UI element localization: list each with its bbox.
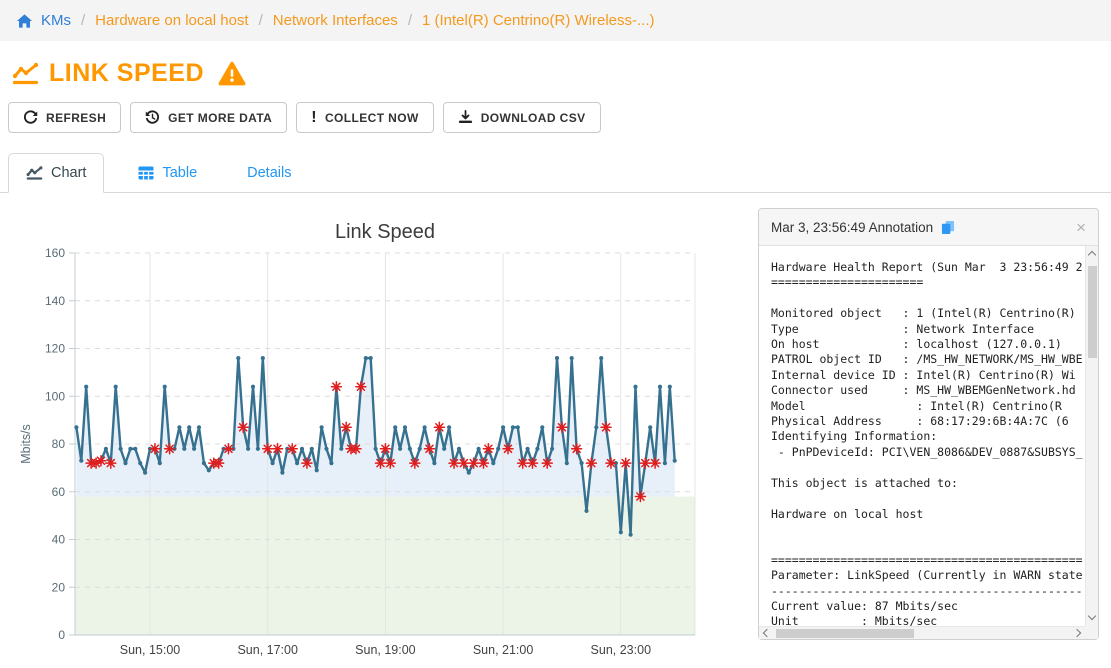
warning-icon — [218, 61, 246, 86]
chart-tab-icon — [26, 166, 43, 180]
svg-text:160: 160 — [45, 246, 65, 260]
refresh-label: REFRESH — [46, 111, 106, 125]
scroll-up-arrow-icon[interactable] — [1088, 251, 1096, 259]
link-speed-chart: 0 20 40 60 80 100 120 140 160 Sun, 15:00 Sun, 17:0… — [0, 205, 745, 665]
tab-chart[interactable]: Chart — [8, 153, 104, 193]
svg-text:Link Speed: Link Speed — [335, 221, 435, 243]
breadcrumb: KMs / Hardware on local host / Network I… — [0, 0, 1111, 41]
scrollbar-corner — [1085, 626, 1098, 639]
exclamation-icon: ! — [311, 110, 317, 126]
download-icon — [458, 110, 473, 125]
refresh-button[interactable]: REFRESH — [8, 102, 121, 133]
breadcrumb-hardware-on-local-host[interactable]: Hardware on local host — [95, 12, 248, 29]
page-title-row: LINK SPEED — [12, 59, 246, 88]
home-icon[interactable] — [16, 13, 33, 29]
breadcrumb-network-interfaces[interactable]: Network Interfaces — [273, 12, 398, 29]
svg-text:40: 40 — [52, 533, 66, 547]
download-csv-label: DOWNLOAD CSV — [481, 111, 586, 125]
annotation-title: Mar 3, 23:56:49 Annotation — [771, 220, 933, 235]
svg-text:Sun, 17:00: Sun, 17:00 — [237, 643, 298, 657]
scroll-down-arrow-icon[interactable] — [1088, 612, 1096, 620]
tab-table-label: Table — [162, 165, 197, 181]
tab-chart-label: Chart — [51, 165, 86, 181]
svg-text:Sun, 19:00: Sun, 19:00 — [355, 643, 416, 657]
svg-text:Sun, 21:00: Sun, 21:00 — [473, 643, 534, 657]
svg-text:120: 120 — [45, 342, 65, 356]
svg-text:20: 20 — [52, 580, 66, 594]
table-tab-icon — [138, 166, 154, 180]
collect-now-button[interactable]: ! COLLECT NOW — [296, 102, 433, 133]
horizontal-scroll-thumb[interactable] — [776, 629, 914, 638]
svg-text:100: 100 — [45, 389, 65, 403]
svg-text:Sun, 23:00: Sun, 23:00 — [591, 643, 652, 657]
svg-text:Mbits/s: Mbits/s — [19, 424, 33, 464]
breadcrumb-separator: / — [408, 12, 412, 29]
download-csv-button[interactable]: DOWNLOAD CSV — [443, 102, 601, 133]
svg-text:80: 80 — [52, 437, 66, 451]
tab-details-label: Details — [247, 165, 291, 181]
annotation-horizontal-scrollbar[interactable] — [759, 626, 1085, 639]
annotation-content: Hardware Health Report (Sun Mar 3 23:56:… — [759, 246, 1085, 626]
copy-icon[interactable] — [941, 220, 955, 235]
svg-text:0: 0 — [58, 628, 65, 642]
line-chart-icon — [12, 62, 39, 85]
tab-table[interactable]: Table — [122, 153, 213, 192]
breadcrumb-kms[interactable]: KMs — [41, 12, 71, 29]
get-more-data-label: GET MORE DATA — [168, 111, 272, 125]
close-icon[interactable]: × — [1076, 219, 1086, 236]
annotation-panel: Mar 3, 23:56:49 Annotation × Hardware He… — [758, 208, 1099, 640]
tab-details[interactable]: Details — [231, 153, 307, 192]
toolbar: REFRESH GET MORE DATA ! COLLECT NOW — [8, 102, 601, 133]
annotation-vertical-scrollbar[interactable] — [1085, 246, 1098, 626]
vertical-scroll-thumb[interactable] — [1088, 266, 1097, 358]
svg-text:140: 140 — [45, 294, 65, 308]
scroll-right-arrow-icon[interactable] — [1073, 629, 1081, 637]
scroll-left-arrow-icon[interactable] — [763, 629, 771, 637]
breadcrumb-separator: / — [259, 12, 263, 29]
history-icon — [145, 110, 160, 125]
annotation-header: Mar 3, 23:56:49 Annotation × — [759, 209, 1098, 246]
page-title: LINK SPEED — [49, 59, 204, 88]
breadcrumb-separator: / — [81, 12, 85, 29]
tab-bar: Chart Table Details — [0, 153, 1111, 193]
svg-text:Sun, 15:00: Sun, 15:00 — [120, 643, 181, 657]
breadcrumb-interface-item[interactable]: 1 (Intel(R) Centrino(R) Wireless-...) — [422, 12, 655, 29]
get-more-data-button[interactable]: GET MORE DATA — [130, 102, 287, 133]
collect-now-label: COLLECT NOW — [325, 111, 419, 125]
svg-text:60: 60 — [52, 485, 66, 499]
refresh-icon — [23, 110, 38, 125]
